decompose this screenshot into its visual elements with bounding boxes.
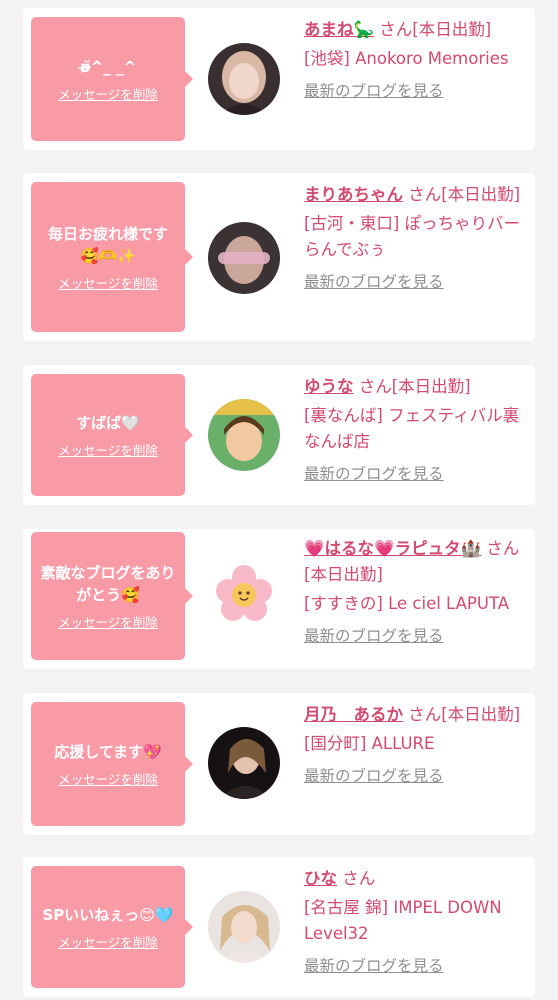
avatar[interactable]: [208, 43, 280, 115]
message-card: 応援してます💖 メッセージを削除 月乃 あるか さん[本日出勤] [国分町] A…: [23, 693, 535, 835]
sender-status: さん[本日出勤]: [408, 185, 521, 204]
shop-name: [池袋] Anokoro Memories: [304, 49, 509, 68]
avatar[interactable]: [208, 399, 280, 471]
sender-status: さん: [342, 869, 376, 888]
message-text: 素敵なブログをありがとう🥰: [40, 563, 176, 604]
sender-name-link[interactable]: 月乃 あるか: [304, 705, 403, 724]
message-bubble: ʚ̴̶̷̆^_ _^ メッセージを削除: [31, 17, 193, 141]
sender-name-link[interactable]: まりあちゃん: [304, 185, 403, 204]
message-card: SPいいねぇっ😊🩵 メッセージを削除 ひな さん [名古屋 錦] IMPEL D…: [23, 857, 535, 997]
latest-blog-link[interactable]: 最新のブログを見る: [304, 623, 444, 649]
sender-name-link[interactable]: ひな: [304, 869, 337, 888]
flower-mascot-icon: [208, 559, 280, 631]
shop-name: [すすきの] Le ciel LAPUTA: [304, 594, 510, 613]
avatar[interactable]: [208, 727, 280, 799]
sender-info: 💗はるな💗ラピュタ🏰 さん[本日出勤] [すすきの] Le ciel LAPUT…: [304, 536, 529, 649]
shop-name: [古河・東口] ぽっちゃりバー らんでぶぅ: [304, 214, 521, 259]
sender-info: あまね🦕 さん[本日出勤] [池袋] Anokoro Memories 最新のブ…: [304, 17, 529, 104]
user-photo-icon: [208, 891, 280, 963]
shop-name: [国分町] ALLURE: [304, 734, 435, 753]
message-text: SPいいねぇっ😊🩵: [42, 905, 174, 924]
sender-name-link[interactable]: ゆうな: [304, 377, 354, 396]
sender-info: ゆうな さん[本日出勤] [裏なんば] フェスティバル裏なんば店 最新のブログを…: [304, 374, 529, 487]
message-bubble: すばば🤍 メッセージを削除: [31, 374, 193, 496]
sender-status: さん[本日出勤]: [379, 20, 492, 39]
message-text: 応援してます💖: [54, 742, 162, 761]
latest-blog-link[interactable]: 最新のブログを見る: [304, 461, 444, 487]
sender-info: ひな さん [名古屋 錦] IMPEL DOWN Level32 最新のブログを…: [304, 866, 529, 979]
shop-name: [裏なんば] フェスティバル裏なんば店: [304, 406, 520, 451]
sender-info: 月乃 あるか さん[本日出勤] [国分町] ALLURE 最新のブログを見る: [304, 702, 529, 789]
message-card: すばば🤍 メッセージを削除 ゆうな さん[本日出勤] [裏なんば] フェスティバ…: [23, 365, 535, 505]
sender-name-link[interactable]: あまね🦕: [304, 20, 374, 39]
sender-status: さん[本日出勤]: [408, 705, 521, 724]
latest-blog-link[interactable]: 最新のブログを見る: [304, 269, 444, 295]
shop-name: [名古屋 錦] IMPEL DOWN Level32: [304, 898, 502, 943]
delete-message-link[interactable]: メッセージを削除: [58, 932, 158, 951]
user-photo-icon: [208, 399, 280, 471]
message-card: 素敵なブログをありがとう🥰 メッセージを削除 💗はるな💗ラピュタ🏰 さん[本日出…: [23, 529, 535, 669]
avatar[interactable]: [208, 559, 280, 631]
sender-info: まりあちゃん さん[本日出勤] [古河・東口] ぽっちゃりバー らんでぶぅ 最新…: [304, 182, 529, 295]
message-text: すばば🤍: [76, 413, 140, 432]
user-photo-icon: [208, 222, 280, 294]
delete-message-link[interactable]: メッセージを削除: [58, 612, 158, 631]
message-card: 毎日お疲れ様です🥰🫶✨ メッセージを削除 まりあちゃん さん[本日出勤] [古河…: [23, 173, 535, 341]
message-bubble: 応援してます💖 メッセージを削除: [31, 702, 193, 826]
message-list: ʚ̴̶̷̆^_ _^ メッセージを削除 あまね🦕 さん[本日出勤] [池袋] A…: [0, 0, 558, 1000]
message-bubble: SPいいねぇっ😊🩵 メッセージを削除: [31, 866, 193, 988]
delete-message-link[interactable]: メッセージを削除: [58, 769, 158, 788]
user-photo-icon: [208, 43, 280, 115]
avatar[interactable]: [208, 222, 280, 294]
delete-message-link[interactable]: メッセージを削除: [58, 84, 158, 103]
message-text: 毎日お疲れ様です🥰🫶✨: [47, 224, 168, 265]
latest-blog-link[interactable]: 最新のブログを見る: [304, 953, 444, 979]
message-card: ʚ̴̶̷̆^_ _^ メッセージを削除 あまね🦕 さん[本日出勤] [池袋] A…: [23, 8, 535, 150]
user-photo-icon: [208, 727, 280, 799]
message-bubble: 毎日お疲れ様です🥰🫶✨ メッセージを削除: [31, 182, 193, 332]
latest-blog-link[interactable]: 最新のブログを見る: [304, 78, 444, 104]
latest-blog-link[interactable]: 最新のブログを見る: [304, 763, 444, 789]
delete-message-link[interactable]: メッセージを削除: [58, 440, 158, 459]
avatar[interactable]: [208, 891, 280, 963]
message-text: ʚ̴̶̷̆^_ _^: [79, 57, 137, 76]
message-bubble: 素敵なブログをありがとう🥰 メッセージを削除: [31, 532, 193, 660]
sender-status: さん[本日出勤]: [358, 377, 471, 396]
sender-name-link[interactable]: 💗はるな💗ラピュタ🏰: [304, 539, 481, 558]
delete-message-link[interactable]: メッセージを削除: [58, 273, 158, 292]
